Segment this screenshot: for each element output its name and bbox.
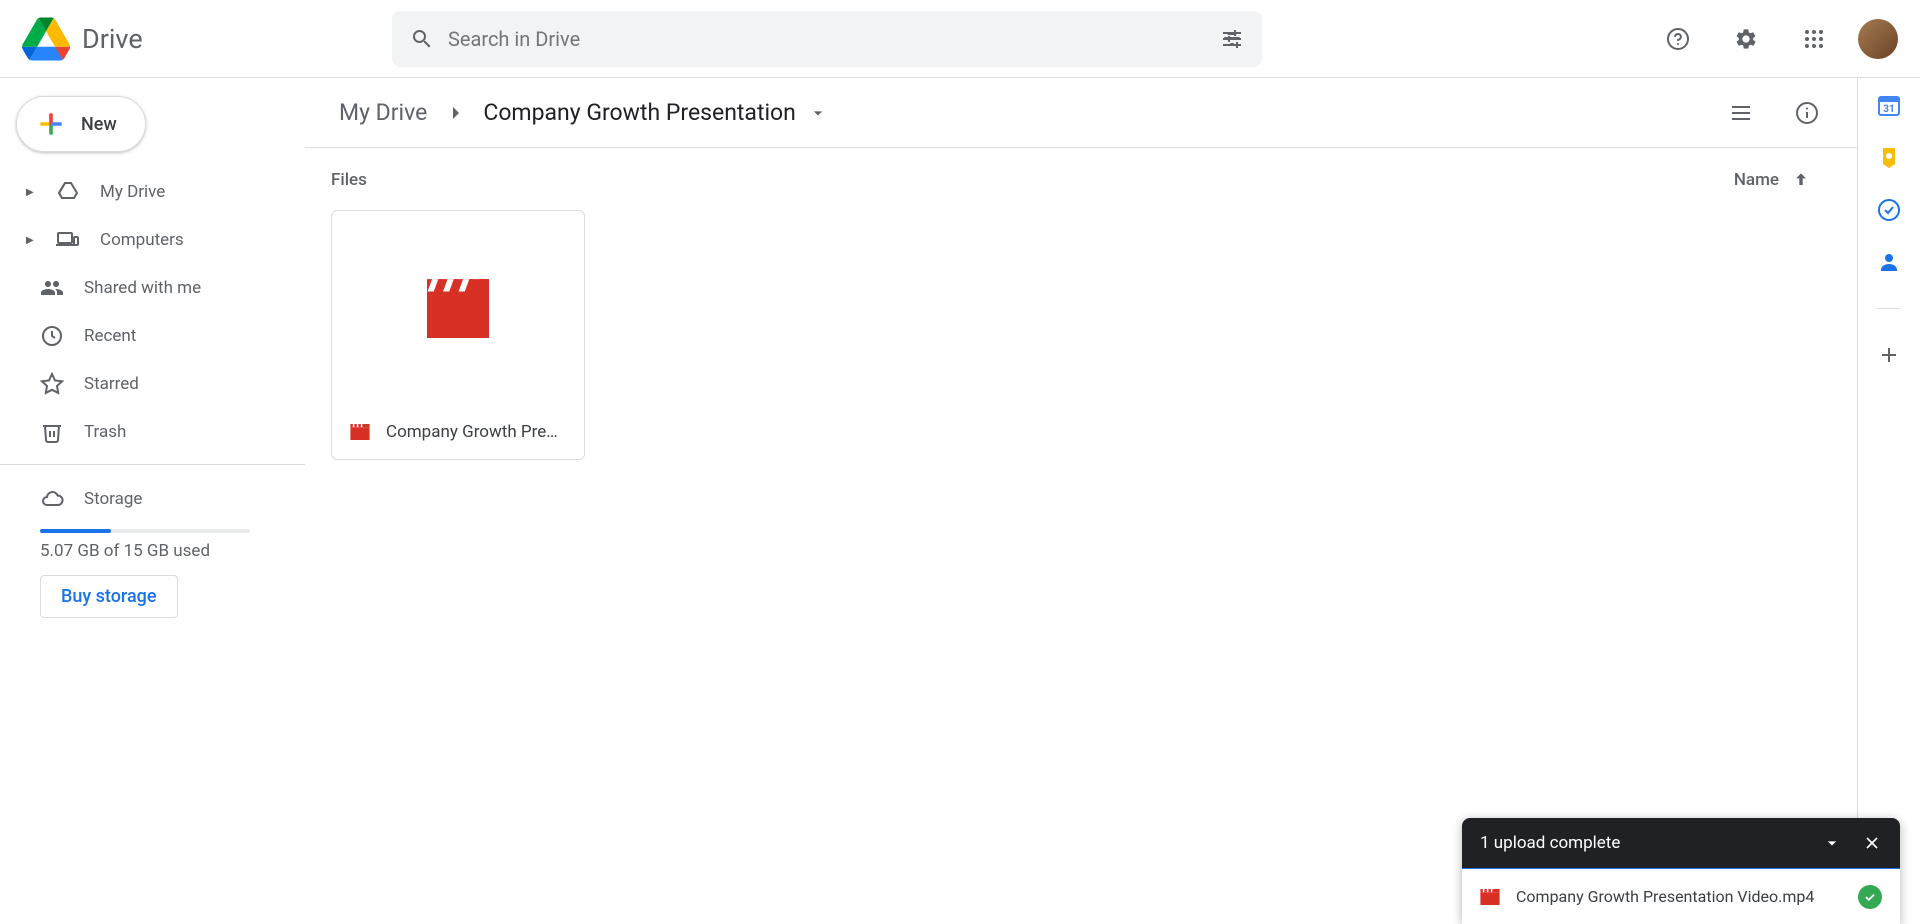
devices-icon [56,228,80,252]
info-icon [1795,101,1819,125]
buy-storage-button[interactable]: Buy storage [40,575,178,618]
star-icon [40,372,64,396]
sidebar-item-computers[interactable]: ▶ Computers [0,216,289,264]
side-panel: 31 [1858,78,1920,924]
divider [1877,308,1901,309]
file-card[interactable]: Company Growth Pre… [331,210,585,460]
new-button-label: New [81,114,117,135]
sidebar-item-label: Recent [84,326,136,346]
expand-icon[interactable]: ▶ [26,187,36,198]
cloud-icon [40,487,64,511]
logo-area[interactable]: Drive [22,15,322,63]
breadcrumb-current[interactable]: Company Growth Presentation [475,95,804,130]
collapse-icon[interactable] [1822,833,1842,853]
drive-icon [56,180,80,204]
sort-label: Name [1734,170,1779,190]
contacts-app-icon[interactable] [1877,250,1901,274]
sidebar-item-my-drive[interactable]: ▶ My Drive [0,168,289,216]
sidebar-item-label: Computers [100,230,184,250]
video-icon [419,276,497,338]
sidebar-item-label: Trash [84,422,126,442]
new-button[interactable]: New [16,96,146,152]
apps-icon [1802,27,1826,51]
sidebar-item-trash[interactable]: Trash [0,408,289,456]
upload-success-icon [1858,885,1882,909]
app-name: Drive [82,23,143,55]
breadcrumb: My Drive Company Growth Presentation [305,78,1857,148]
storage-used-text: 5.07 GB of 15 GB used [0,541,305,561]
sidebar-item-label: My Drive [100,182,165,202]
files-grid: Company Growth Pre… [305,190,1857,480]
sidebar-item-label: Shared with me [84,278,201,298]
section-files-label: Files [331,170,367,190]
clock-icon [40,324,64,348]
expand-icon[interactable]: ▶ [26,235,36,246]
upload-item[interactable]: Company Growth Presentation Video.mp4 [1462,868,1900,924]
tasks-app-icon[interactable] [1877,198,1901,222]
header: Drive [0,0,1920,78]
sidebar: New ▶ My Drive ▶ Computers Shared with m… [0,78,305,924]
view-actions [1717,89,1831,137]
upload-toast-header: 1 upload complete [1462,818,1900,868]
search-icon [410,27,434,51]
arrow-up-icon [1791,170,1811,190]
help-icon [1666,27,1690,51]
file-name: Company Growth Pre… [386,422,558,442]
sidebar-item-starred[interactable]: Starred [0,360,289,408]
settings-button[interactable] [1722,15,1770,63]
sidebar-item-shared[interactable]: Shared with me [0,264,289,312]
video-small-icon [350,424,370,440]
chevron-right-icon [443,101,467,125]
plus-icon [35,108,67,140]
list-icon [1729,101,1753,125]
breadcrumb-root[interactable]: My Drive [331,95,435,130]
video-small-icon [1480,889,1500,905]
apps-button[interactable] [1790,15,1838,63]
sort-by-name[interactable]: Name [1734,170,1811,190]
svg-text:31: 31 [1883,104,1894,115]
search-input[interactable] [448,27,1220,51]
search-options-icon[interactable] [1220,27,1244,51]
list-view-button[interactable] [1717,89,1765,137]
account-avatar[interactable] [1858,19,1898,59]
search-bar[interactable] [392,11,1262,67]
list-header: Files Name [305,148,1857,190]
file-footer: Company Growth Pre… [332,403,584,459]
sidebar-item-storage[interactable]: Storage [0,479,305,519]
header-actions [1624,15,1898,63]
divider [0,464,305,465]
file-thumbnail [332,211,584,403]
details-button[interactable] [1783,89,1831,137]
dropdown-icon[interactable] [808,103,828,123]
upload-toast-title: 1 upload complete [1480,833,1620,853]
keep-app-icon[interactable] [1877,146,1901,170]
upload-item-name: Company Growth Presentation Video.mp4 [1516,887,1842,906]
upload-toast: 1 upload complete Company Growth Present… [1462,818,1900,924]
support-button[interactable] [1654,15,1702,63]
drive-logo-icon [22,15,70,63]
people-icon [40,276,64,300]
close-icon[interactable] [1862,833,1882,853]
trash-icon [40,420,64,444]
gear-icon [1734,27,1758,51]
add-app-button[interactable] [1877,343,1901,367]
storage-meter [40,529,250,533]
storage-meter-fill [40,529,111,533]
main-panel: My Drive Company Growth Presentation Fil… [305,78,1858,924]
sidebar-item-label: Starred [84,374,139,394]
sidebar-item-recent[interactable]: Recent [0,312,289,360]
storage-label: Storage [84,489,142,509]
calendar-app-icon[interactable]: 31 [1877,94,1901,118]
